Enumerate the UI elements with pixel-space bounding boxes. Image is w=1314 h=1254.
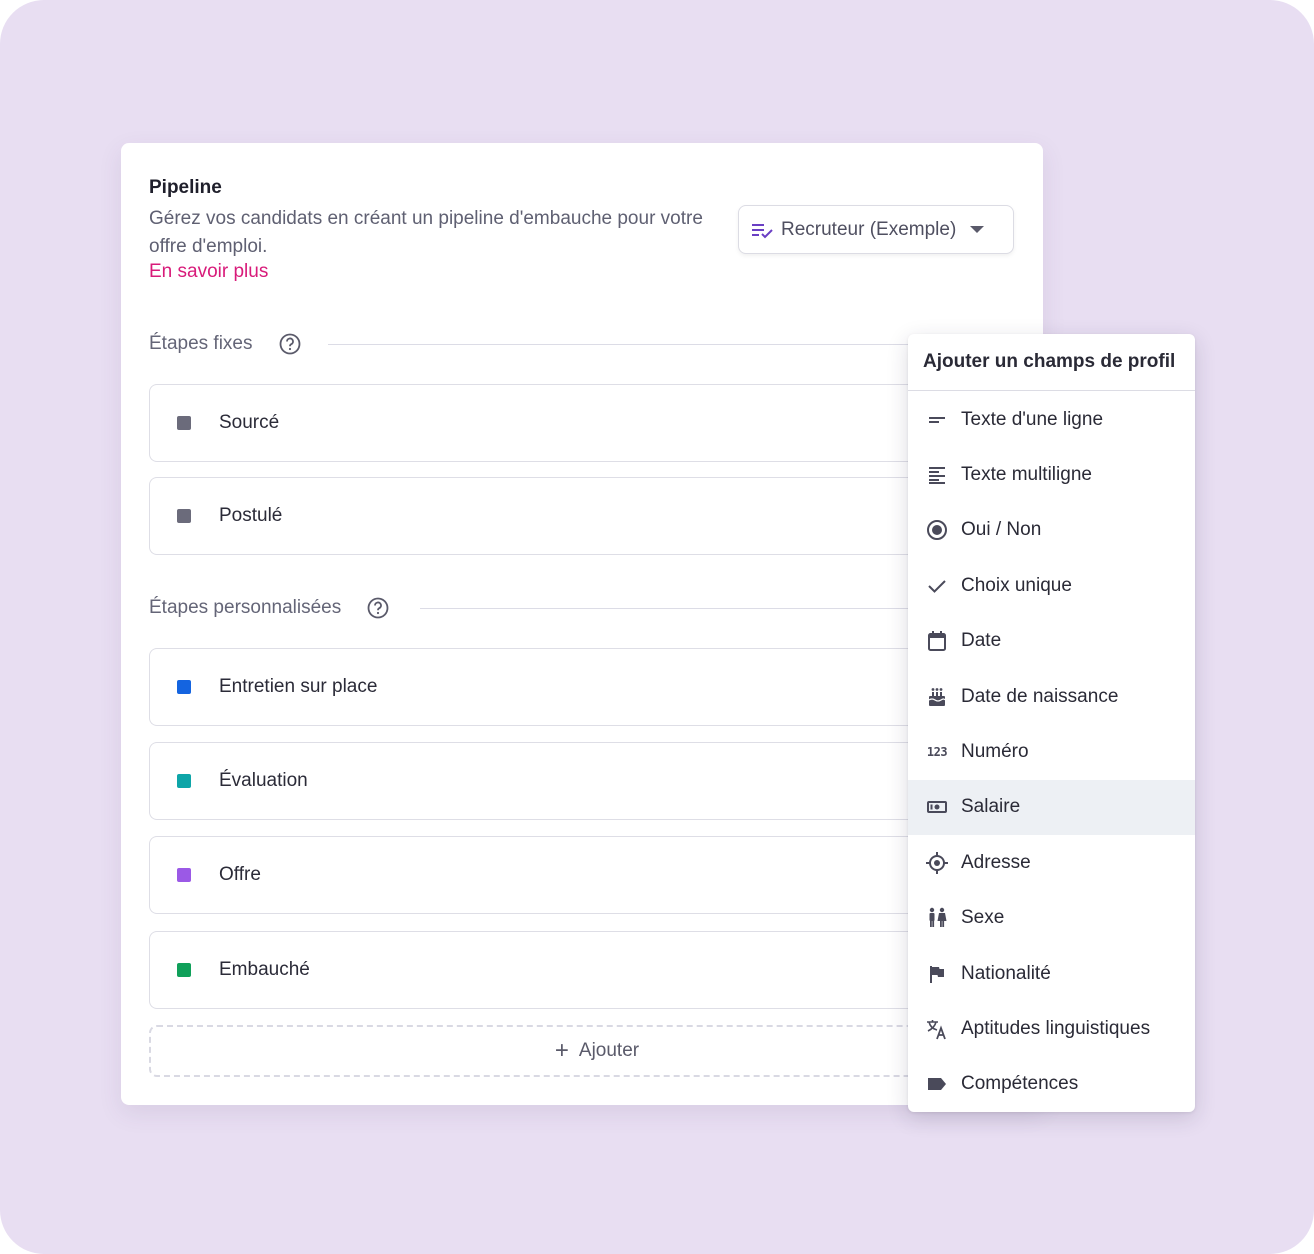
menu-item-label: Nationalité xyxy=(961,962,1051,984)
menu-item-address[interactable]: Adresse xyxy=(908,835,1195,890)
fixed-stages-heading: Étapes fixes xyxy=(149,333,301,355)
stage-color-square xyxy=(177,774,191,788)
template-select[interactable]: Recruteur (Exemple) xyxy=(738,205,1014,254)
gender-icon xyxy=(926,907,948,929)
menu-item-yes-no[interactable]: Oui / Non xyxy=(908,503,1195,558)
menu-item-label: Texte d'une ligne xyxy=(961,408,1104,430)
stage-color-square xyxy=(177,868,191,882)
location-icon xyxy=(926,851,948,874)
menu-item-languages[interactable]: Aptitudes linguistiques xyxy=(908,1001,1195,1056)
custom-stages-label: Étapes personnalisées xyxy=(149,597,342,618)
pipeline-description: Gérez vos candidats en créant un pipelin… xyxy=(149,208,703,257)
learn-more-link[interactable]: En savoir plus xyxy=(149,261,268,283)
menu-item-label: Oui / Non xyxy=(961,519,1042,541)
stage-label: Évaluation xyxy=(219,770,308,791)
menu-item-birthdate[interactable]: Date de naissance xyxy=(908,669,1195,724)
menu-item-label: Date xyxy=(961,630,1002,652)
page-title: Pipeline xyxy=(149,177,222,198)
number-icon: 123 xyxy=(926,745,948,760)
menu-list: Texte d'une ligne Texte multiligne Oui /… xyxy=(908,391,1195,1112)
flag-icon xyxy=(926,963,948,985)
short-text-icon xyxy=(926,409,948,431)
menu-item-label: Numéro xyxy=(961,741,1029,763)
menu-item-label: Salaire xyxy=(961,796,1021,818)
stage-label: Postulé xyxy=(219,505,283,526)
menu-item-skills[interactable]: Compétences xyxy=(908,1057,1195,1112)
calendar-icon xyxy=(926,630,948,652)
menu-header: Ajouter un champs de profil xyxy=(908,334,1195,391)
menu-item-label: Aptitudes linguistiques xyxy=(961,1017,1151,1039)
menu-item-single-choice[interactable]: Choix unique xyxy=(908,558,1195,613)
menu-item-label: Sexe xyxy=(961,907,1005,929)
menu-item-label: Adresse xyxy=(961,851,1031,873)
menu-item-short-text[interactable]: Texte d'une ligne xyxy=(908,392,1195,447)
custom-stages-heading: Étapes personnalisées xyxy=(149,597,389,619)
chevron-down-icon xyxy=(970,226,985,233)
menu-item-label: Compétences xyxy=(961,1073,1079,1095)
menu-item-salary[interactable]: Salaire xyxy=(908,779,1195,836)
label-icon xyxy=(926,1073,948,1095)
menu-item-multiline-text[interactable]: Texte multiligne xyxy=(908,447,1195,502)
multiline-text-icon xyxy=(926,464,948,486)
help-icon[interactable] xyxy=(367,597,389,619)
add-stage-label: Ajouter xyxy=(578,1040,640,1061)
menu-item-label: Choix unique xyxy=(961,574,1072,596)
radio-icon xyxy=(926,519,948,541)
check-icon xyxy=(926,575,948,597)
menu-item-gender[interactable]: Sexe xyxy=(908,891,1195,946)
translate-icon xyxy=(926,1018,948,1040)
money-icon xyxy=(926,796,948,818)
menu-item-label: Texte multiligne xyxy=(961,464,1092,486)
stage-label: Embauché xyxy=(219,959,310,980)
menu-item-number[interactable]: 123 Numéro xyxy=(908,724,1195,779)
fixed-stages-label: Étapes fixes xyxy=(149,333,253,354)
stage-color-square xyxy=(177,509,191,523)
pipeline-card: Pipeline Gérez vos candidats en créant u… xyxy=(121,143,1043,1105)
stage-color-square xyxy=(177,680,191,694)
cake-icon xyxy=(926,686,948,708)
profile-field-menu: Ajouter un champs de profil Texte d'une … xyxy=(908,334,1195,1112)
plus-icon: + xyxy=(554,1037,569,1064)
stage-label: Entretien sur place xyxy=(219,676,378,697)
stage-label: Offre xyxy=(219,864,261,885)
menu-item-date[interactable]: Date xyxy=(908,614,1195,669)
menu-item-label: Date de naissance xyxy=(961,685,1119,707)
menu-item-nationality[interactable]: Nationalité xyxy=(908,946,1195,1001)
help-icon[interactable] xyxy=(279,333,301,355)
template-select-label: Recruteur (Exemple) xyxy=(781,218,957,240)
stage-color-square xyxy=(177,963,191,977)
stage-color-square xyxy=(177,416,191,430)
checklist-icon xyxy=(751,220,775,240)
stage-label: Sourcé xyxy=(219,412,280,433)
